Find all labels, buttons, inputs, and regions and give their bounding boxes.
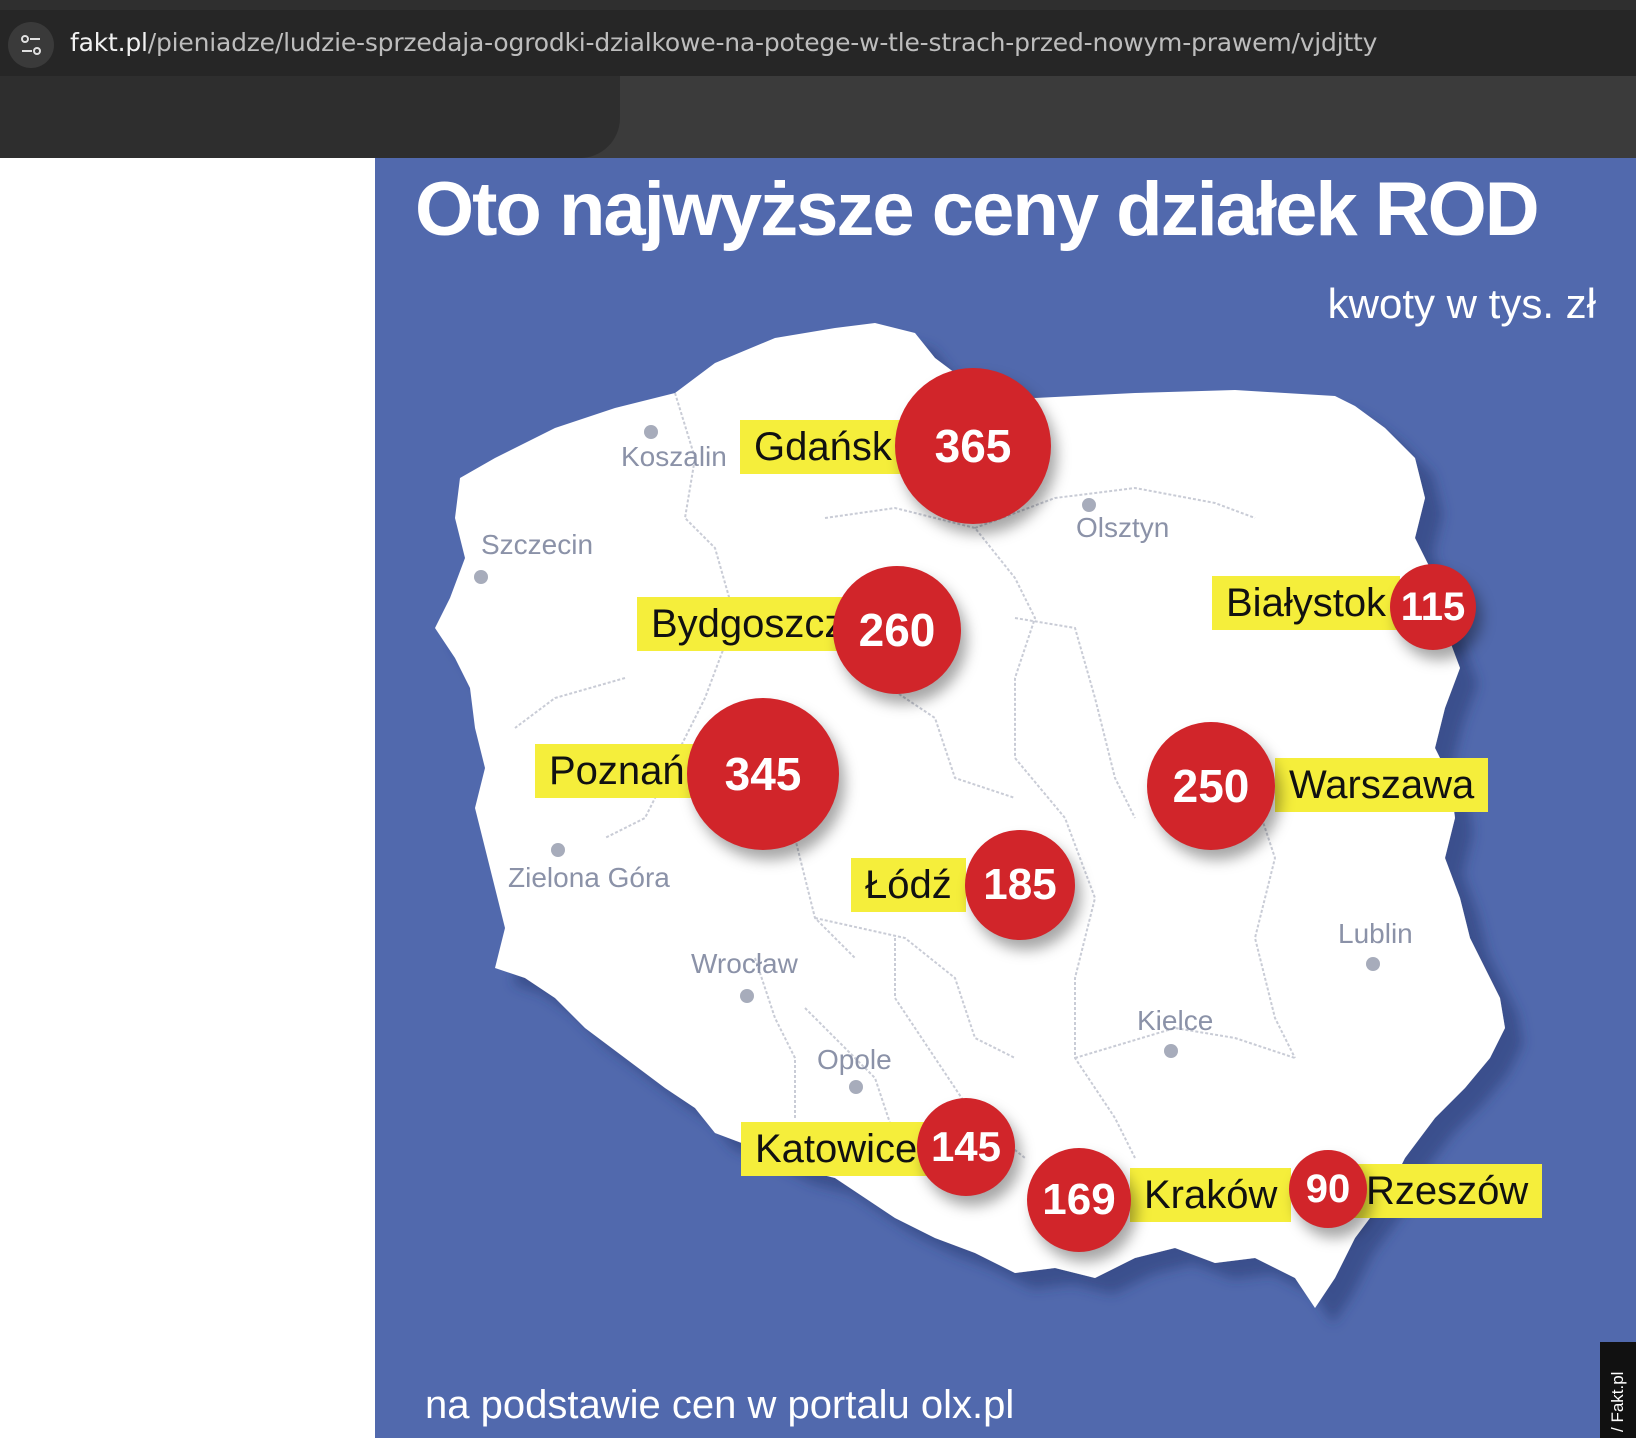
city-zielona-gora: Zielona Góra [508,862,670,893]
label-poznan: Poznań [535,744,699,798]
label-lodz: Łódź [851,858,966,912]
label-krakow: Kraków [1130,1168,1292,1222]
city-wroclaw: Wrocław [691,948,798,979]
label-bydgoszcz: Bydgoszcz [637,597,859,651]
lublin-dot [1366,957,1380,971]
site-info-button[interactable] [8,22,54,68]
price-krakow: 169 [1027,1148,1131,1252]
zielona-gora-dot [551,843,565,857]
price-katowice: 145 [917,1098,1015,1196]
city-opole: Opole [817,1044,892,1075]
price-bydgoszcz: 260 [833,566,961,694]
label-bialystok: Białystok [1212,576,1401,630]
city-kielce: Kielce [1137,1005,1214,1036]
szczecin-dot [474,570,488,584]
label-gdansk: Gdańsk [740,420,906,474]
url-path: /pieniadze/ludzie-sprzedaja-ogrodki-dzia… [147,28,1378,57]
city-olsztyn: Olsztyn [1076,512,1170,543]
wroclaw-dot [740,989,754,1003]
price-lodz: 185 [965,830,1075,940]
price-poznan: 345 [687,698,839,850]
price-gdansk: 365 [895,368,1051,524]
price-bialystok: 115 [1390,564,1476,650]
label-katowice: Katowice [741,1122,932,1176]
address-bar[interactable]: fakt.pl/pieniadze/ludzie-sprzedaja-ogrod… [0,10,1636,76]
kielce-dot [1164,1044,1178,1058]
label-rzeszow: Rzeszów [1352,1164,1543,1218]
olsztyn-dot [1082,498,1096,512]
infographic-subtitle: kwoty w tys. zł [1327,280,1596,327]
url-host: fakt.pl [70,28,148,57]
infographic-title: Oto najwyższe ceny działek ROD [415,167,1540,252]
city-szczecin: Szczecin [481,529,594,560]
tab-strip [0,0,1636,10]
browser-chrome: fakt.pl/pieniadze/ludzie-sprzedaja-ogrod… [0,0,1636,158]
koszalin-dot [644,425,658,439]
price-rzeszow: 90 [1289,1150,1367,1228]
city-koszalin: Koszalin [621,441,727,472]
infographic: Oto najwyższe ceny działek ROD kwoty w t… [375,158,1636,1438]
url-text[interactable]: fakt.pl/pieniadze/ludzie-sprzedaja-ogrod… [70,28,1377,57]
label-warszawa: Warszawa [1275,758,1489,812]
source-note: na podstawie cen w portalu olx.pl [425,1383,1015,1427]
credit-text: / Fakt.pl [1608,1371,1627,1432]
photo-credit: / Fakt.pl [1600,1342,1636,1438]
city-lublin: Lublin [1338,918,1413,949]
tune-icon [21,35,41,55]
price-warszawa: 250 [1147,722,1275,850]
blurred-bookmarks [0,76,620,158]
opole-dot [849,1080,863,1094]
